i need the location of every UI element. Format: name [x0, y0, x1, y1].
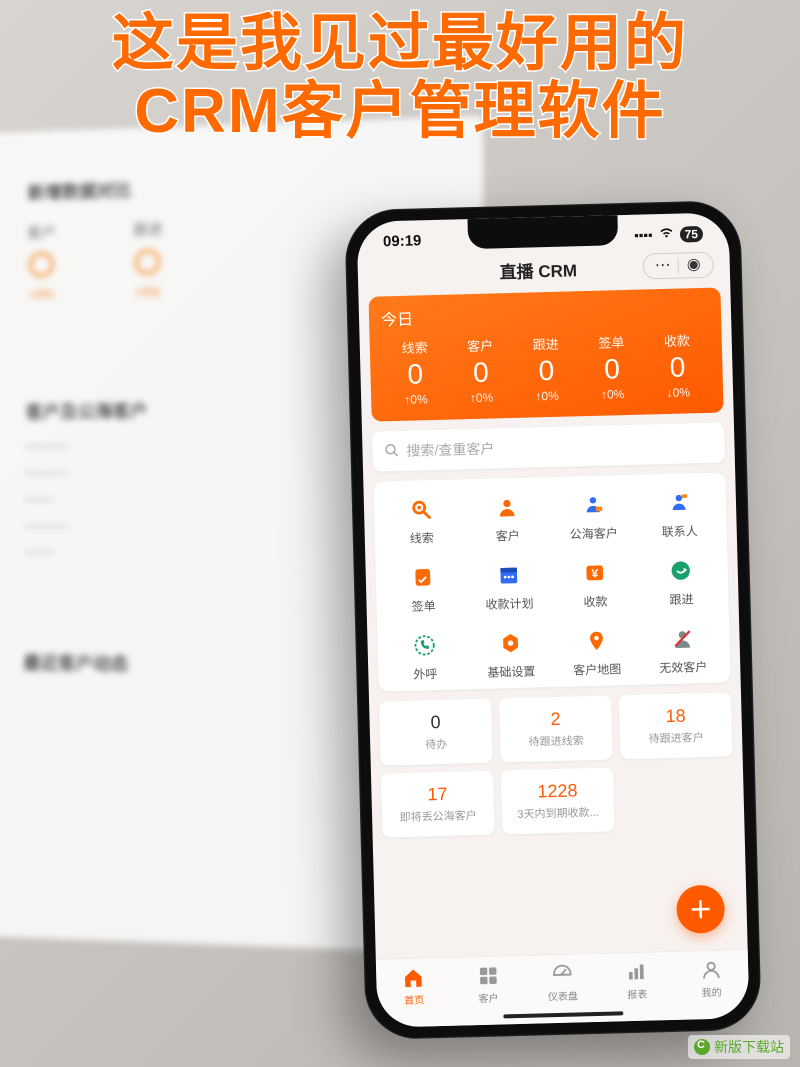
headline-line1: 这是我见过最好用的: [0, 10, 800, 78]
app-invalid[interactable]: 无效客户: [639, 622, 726, 676]
status-time: 09:19: [383, 232, 422, 250]
tab-users[interactable]: 客户: [450, 964, 525, 1006]
search-input[interactable]: 搜索/查重客户: [372, 422, 725, 471]
phone-screen: 09:19 ▪▪▪▪ 75 直播 CRM ⋯ ◉ 今日 线索0↑0%客户0↑0%…: [357, 212, 750, 1027]
app-contact[interactable]: 联系人: [636, 487, 723, 541]
me-icon: [700, 959, 723, 982]
svg-text:¥: ¥: [591, 566, 598, 580]
app-followup[interactable]: 跟进: [637, 555, 724, 609]
dashboard-icon: [551, 963, 574, 986]
tab-me[interactable]: 我的: [674, 958, 749, 1000]
app-map[interactable]: 客户地图: [553, 625, 640, 679]
plan-icon: [493, 560, 524, 591]
headline-line2: CRM客户管理软件: [0, 78, 800, 146]
nav-title: 直播 CRM: [434, 254, 644, 284]
watermark: 新版下载站: [688, 1035, 790, 1059]
home-icon: [402, 966, 425, 989]
more-icon[interactable]: ⋯: [652, 258, 674, 275]
app-settings[interactable]: 基础设置: [467, 627, 554, 681]
notch: [467, 215, 618, 249]
tab-dashboard[interactable]: 仪表盘: [525, 962, 600, 1004]
search-icon: [384, 442, 398, 459]
lead-icon: [406, 494, 437, 525]
watermark-icon: [694, 1039, 710, 1055]
customer-icon: [492, 492, 523, 523]
tab-report[interactable]: 报表: [599, 960, 674, 1002]
app-plan[interactable]: 收款计划: [465, 559, 552, 613]
app-customer[interactable]: 客户: [464, 491, 551, 545]
users-icon: [477, 965, 500, 988]
stat-card[interactable]: 18待跟进客户: [619, 692, 733, 759]
signal-icon: ▪▪▪▪: [634, 227, 653, 242]
settings-icon: [495, 628, 526, 659]
call-icon: [409, 630, 440, 661]
stat-card[interactable]: 12283天内到期收款...: [501, 767, 615, 834]
hero-metric[interactable]: 客户0↑0%: [447, 335, 514, 406]
report-icon: [625, 961, 648, 984]
wifi-icon: [658, 227, 673, 242]
public-pool-icon: [578, 490, 609, 521]
app-lead[interactable]: 线索: [378, 493, 465, 547]
contract-icon: [407, 562, 438, 593]
promo-headline: 这是我见过最好用的 CRM客户管理软件: [0, 10, 800, 146]
miniprogram-actions: ⋯ ◉: [642, 252, 714, 280]
stat-card[interactable]: 2待跟进线索: [499, 696, 613, 763]
map-icon: [581, 625, 612, 656]
followup-icon: [665, 555, 696, 586]
app-call[interactable]: 外呼: [381, 629, 468, 683]
phone-device: 09:19 ▪▪▪▪ 75 直播 CRM ⋯ ◉ 今日 线索0↑0%客户0↑0%…: [344, 200, 762, 1040]
app-payment[interactable]: ¥收款: [551, 557, 638, 611]
battery-indicator: 75: [679, 225, 703, 242]
add-button[interactable]: [676, 885, 725, 934]
hero-metric[interactable]: 线索0↑0%: [382, 337, 449, 408]
close-miniprogram-icon[interactable]: ◉: [683, 257, 705, 274]
search-placeholder: 搜索/查重客户: [406, 438, 494, 460]
app-contract[interactable]: 签单: [379, 561, 466, 615]
hero-metric[interactable]: 收款0↓0%: [644, 330, 711, 401]
tab-home[interactable]: 首页: [376, 966, 451, 1008]
bg-section-title: 新增数据对比: [28, 168, 422, 205]
today-title: 今日: [381, 298, 710, 331]
contact-icon: [664, 487, 695, 518]
stats-grid: 0待办2待跟进线索18待跟进客户 17即将丢公海客户12283天内到期收款...: [379, 692, 734, 837]
app-public-pool[interactable]: 公海客户: [550, 489, 637, 543]
stat-card[interactable]: 0待办: [379, 699, 493, 766]
hero-metric[interactable]: 跟进0↑0%: [513, 333, 580, 404]
app-grid: 线索客户公海客户联系人签单收款计划¥收款跟进外呼基础设置客户地图无效客户: [373, 472, 730, 691]
payment-icon: ¥: [579, 558, 610, 589]
stat-card[interactable]: 17即将丢公海客户: [381, 771, 495, 838]
today-summary-card[interactable]: 今日 线索0↑0%客户0↑0%跟进0↑0%签单0↑0%收款0↓0%: [368, 288, 723, 422]
invalid-icon: [667, 623, 698, 654]
hero-metric[interactable]: 签单0↑0%: [578, 332, 645, 403]
